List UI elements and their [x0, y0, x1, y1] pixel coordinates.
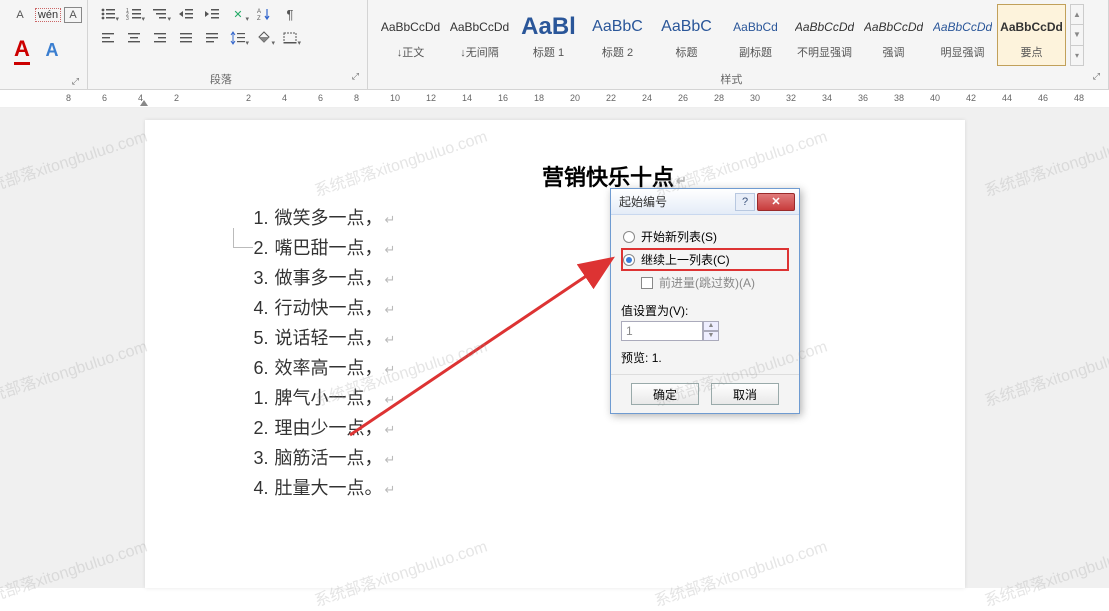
radio-continue-previous[interactable]: 继续上一列表(C) [621, 248, 789, 271]
align-left-button[interactable] [96, 28, 120, 48]
svg-text:A: A [257, 9, 261, 15]
bullets-button[interactable]: ▾ [96, 4, 120, 24]
align-distribute-button[interactable] [200, 28, 224, 48]
indent-marker-icon[interactable] [140, 100, 148, 106]
list-item: 3.脑筋活一点，↵ [243, 444, 875, 474]
multilevel-button[interactable]: ▾ [148, 4, 172, 24]
styles-group: AaBbCcDd↓正文AaBbCcDd↓无间隔AaBl标题 1AaBbC标题 2… [368, 0, 1109, 89]
style-item[interactable]: AaBl标题 1 [514, 4, 583, 66]
style-item[interactable]: AaBbCcDd强调 [859, 4, 928, 66]
font-launcher-icon[interactable]: ⤢ [72, 76, 79, 87]
font-color-button[interactable]: A▾ [8, 36, 36, 64]
borders-button[interactable]: ▾ [278, 28, 302, 48]
value-spinner[interactable]: ▲ ▼ [621, 321, 721, 341]
page: 营销快乐十点↵ 1.微笑多一点，↵2.嘴巴甜一点，↵3.做事多一点，↵4.行动快… [145, 120, 965, 588]
style-item[interactable]: AaBbC标题 2 [583, 4, 652, 66]
margin-corner-icon [233, 228, 253, 248]
dialog-titlebar[interactable]: 起始编号 ? ✕ [611, 189, 799, 215]
numbering-button[interactable]: 123▾ [122, 4, 146, 24]
gallery-more-button[interactable]: ▾ [1071, 45, 1083, 65]
dialog-title: 起始编号 [619, 193, 735, 210]
checkbox-advance[interactable]: 前进量(跳过数)(A) [621, 271, 789, 294]
text-effects-button[interactable]: A▾ [40, 39, 64, 61]
style-item[interactable]: AaBbCd副标题 [721, 4, 790, 66]
spin-up-button[interactable]: ▲ [703, 321, 719, 331]
value-label: 值设置为(V): [621, 302, 789, 319]
align-justify-button[interactable] [174, 28, 198, 48]
ok-button[interactable]: 确定 [631, 383, 699, 405]
radio-start-new[interactable]: 开始新列表(S) [621, 225, 789, 248]
list-item: 2.理由少一点，↵ [243, 414, 875, 444]
spin-down-button[interactable]: ▼ [703, 331, 719, 341]
checkbox-icon[interactable] [641, 277, 653, 289]
char-border-button[interactable]: A [64, 7, 82, 23]
indent-increase-button[interactable] [200, 4, 224, 24]
sort-button[interactable]: AZ [252, 4, 276, 24]
gallery-up-button[interactable]: ▲ [1071, 5, 1083, 24]
asian-layout-button[interactable]: ✕▾ [226, 4, 250, 24]
styles-gallery: AaBbCcDd↓正文AaBbCcDd↓无间隔AaBl标题 1AaBbC标题 2… [376, 4, 1066, 66]
style-item[interactable]: AaBbCcDd明显强调 [928, 4, 997, 66]
style-item[interactable]: AaBbCcDd↓正文 [376, 4, 445, 66]
indent-decrease-button[interactable] [174, 4, 198, 24]
style-item[interactable]: AaBbCcDd↓无间隔 [445, 4, 514, 66]
cancel-button[interactable]: 取消 [711, 383, 779, 405]
paragraph-group: ▾ 123▾ ▾ ✕▾ AZ ¶ ▾ ▾ ▾ [88, 0, 368, 89]
styles-launcher-icon[interactable]: ⤢ [1093, 71, 1100, 82]
radio-icon[interactable] [623, 254, 635, 266]
document-area: 营销快乐十点↵ 1.微笑多一点，↵2.嘴巴甜一点，↵3.做事多一点，↵4.行动快… [0, 108, 1109, 588]
paragraph-launcher-icon[interactable]: ⤢ [352, 71, 359, 82]
svg-text:Z: Z [257, 16, 261, 21]
align-right-button[interactable] [148, 28, 172, 48]
style-item[interactable]: AaBbCcDd不明显强调 [790, 4, 859, 66]
font-group: A wén A A▾ A▾ ⤢ [0, 0, 88, 89]
line-spacing-button[interactable]: ▾ [226, 28, 250, 48]
radio-icon[interactable] [623, 231, 635, 243]
svg-text:2: 2 [126, 12, 129, 18]
value-input[interactable] [621, 321, 703, 341]
dialog-help-button[interactable]: ? [735, 193, 755, 211]
style-item[interactable]: AaBbCcDd要点 [997, 4, 1066, 66]
preview-label: 预览: [621, 351, 648, 365]
phonetic-wen-icon[interactable]: wén [36, 4, 60, 26]
shading-button[interactable]: ▾ [252, 28, 276, 48]
ruler[interactable]: 8642246810121416182022242628303234363840… [0, 90, 1109, 108]
phonetic-guide-button[interactable]: A [8, 4, 32, 26]
set-numbering-dialog: 起始编号 ? ✕ 开始新列表(S) 继续上一列表(C) 前进量(跳过数)(A) … [610, 188, 800, 414]
list-item: 4.肚量大一点。↵ [243, 474, 875, 504]
gallery-down-button[interactable]: ▼ [1071, 24, 1083, 44]
style-item[interactable]: AaBbC标题 [652, 4, 721, 66]
ribbon: A wén A A▾ A▾ ⤢ ▾ 123▾ ▾ ✕▾ AZ [0, 0, 1109, 90]
align-center-button[interactable] [122, 28, 146, 48]
svg-text:1: 1 [126, 8, 129, 14]
show-marks-button[interactable]: ¶ [278, 4, 302, 24]
dialog-close-button[interactable]: ✕ [757, 193, 795, 211]
preview-value: 1. [652, 351, 662, 365]
svg-text:3: 3 [126, 16, 129, 21]
